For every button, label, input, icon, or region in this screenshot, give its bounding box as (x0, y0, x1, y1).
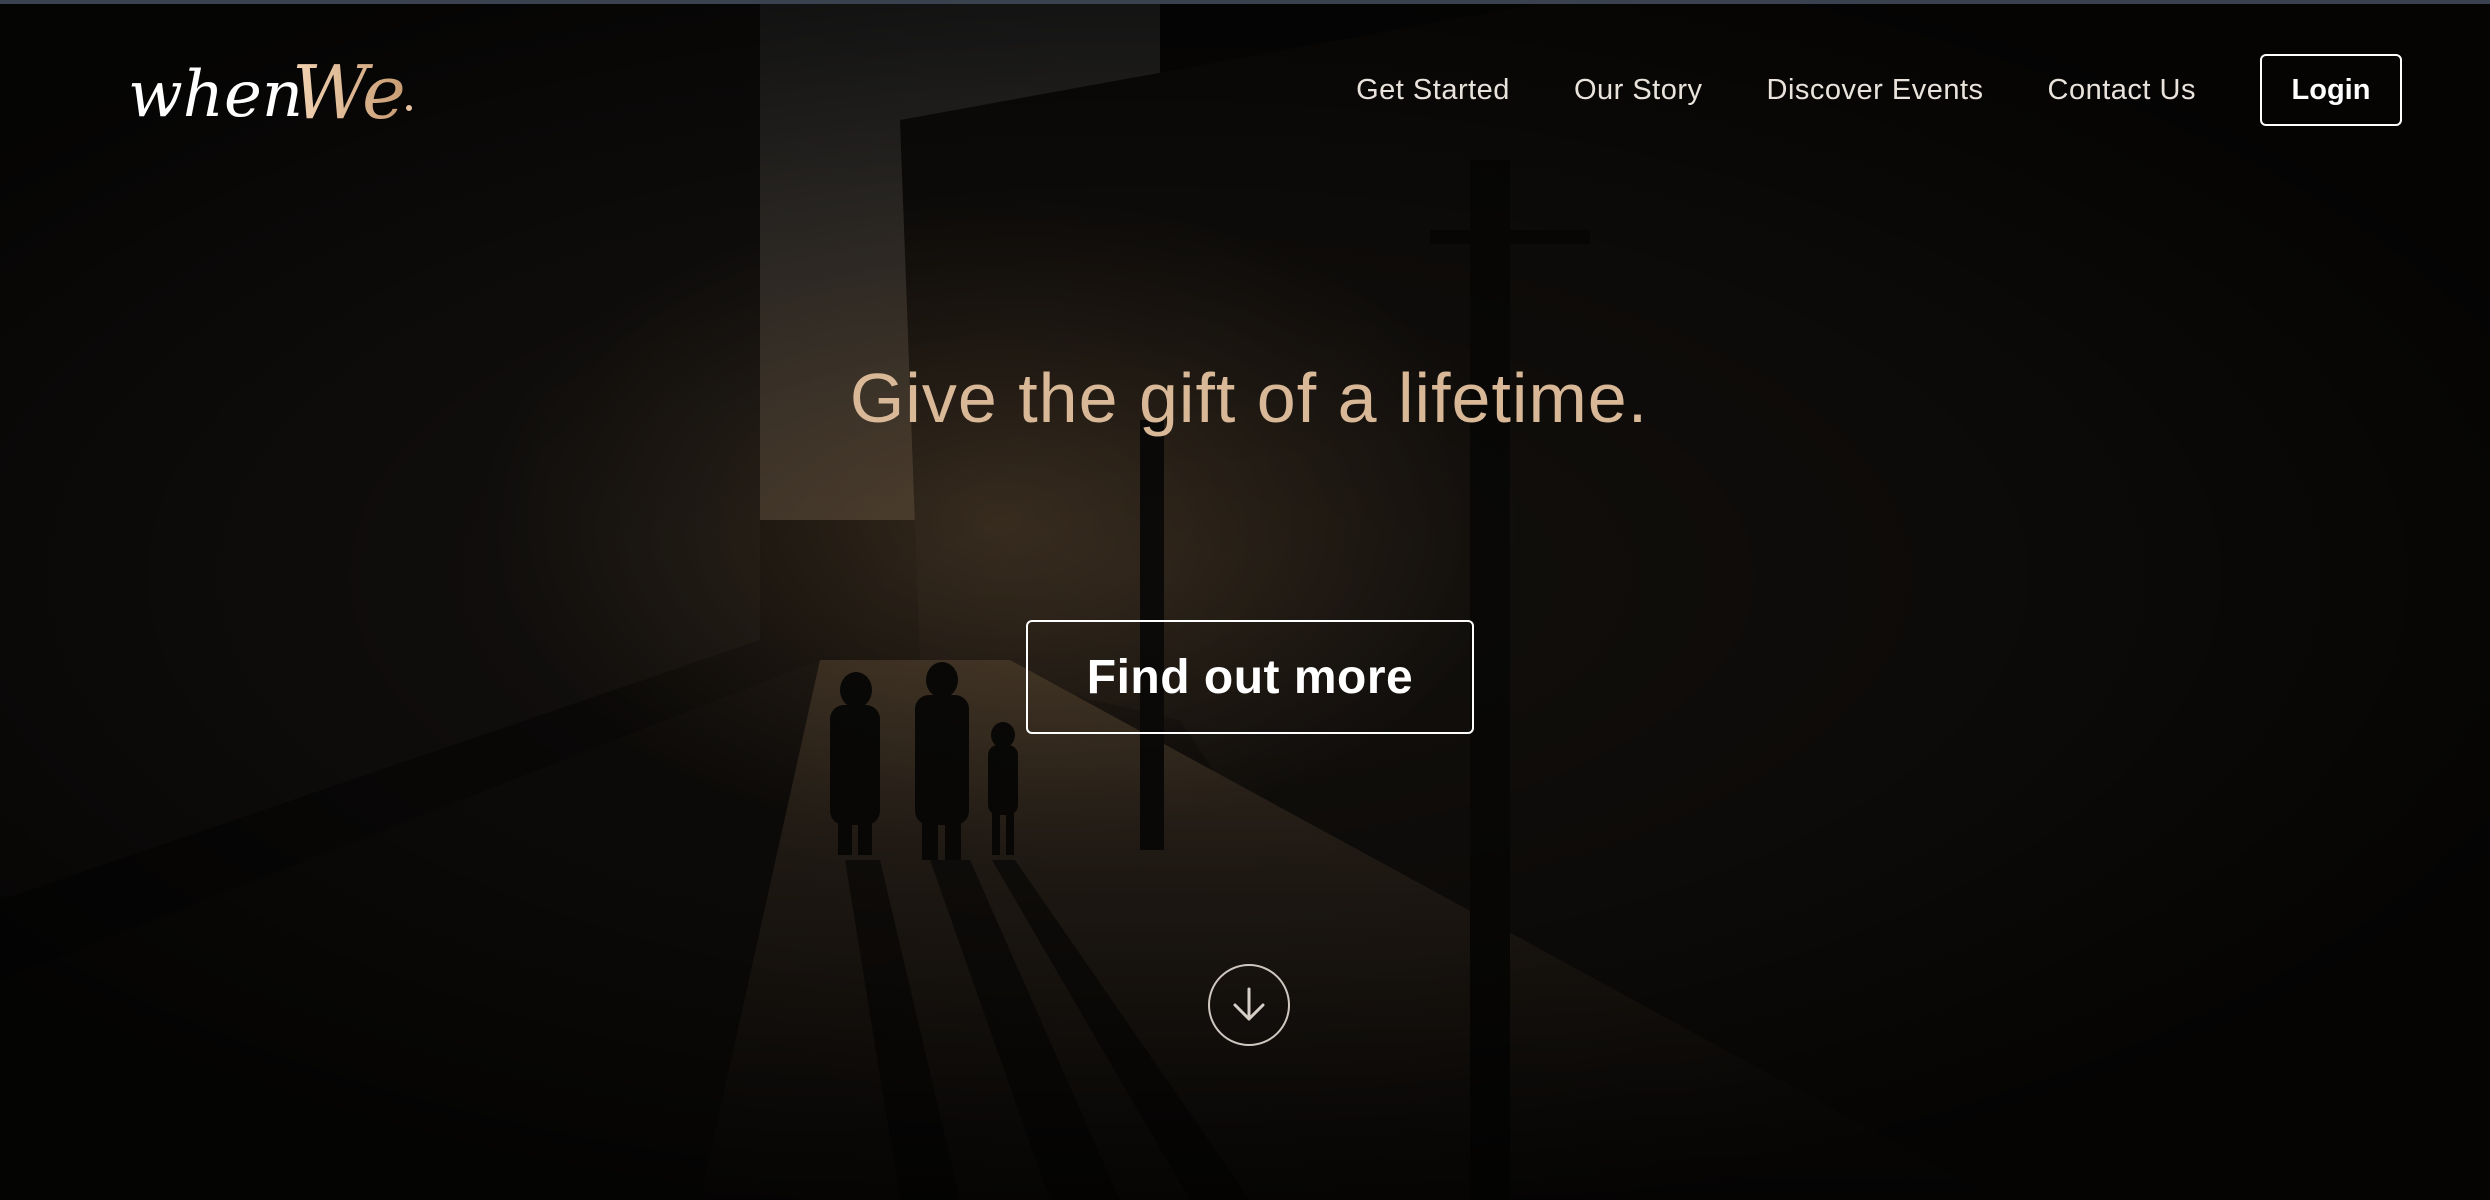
scroll-down-button[interactable] (1208, 964, 1290, 1046)
svg-text:We: We (292, 50, 406, 136)
whenwe-logo[interactable]: when We (124, 36, 424, 146)
nav-our-story[interactable]: Our Story (1574, 74, 1703, 107)
top-border (0, 0, 2490, 4)
find-out-more-button[interactable]: Find out more (1026, 620, 1474, 734)
nav-links: Get Started Our Story Discover Events Co… (1292, 50, 2402, 130)
hero-headline: Give the gift of a lifetime. (849, 359, 1649, 437)
arrow-down-icon (1233, 987, 1265, 1021)
svg-text:when: when (128, 58, 303, 132)
nav-get-started[interactable]: Get Started (1356, 74, 1510, 107)
login-button[interactable]: Login (2260, 54, 2402, 126)
nav-discover-events[interactable]: Discover Events (1767, 74, 1984, 107)
navbar: when We Get Started Our Story Discover E… (0, 4, 2490, 170)
nav-contact-us[interactable]: Contact Us (2048, 74, 2196, 107)
